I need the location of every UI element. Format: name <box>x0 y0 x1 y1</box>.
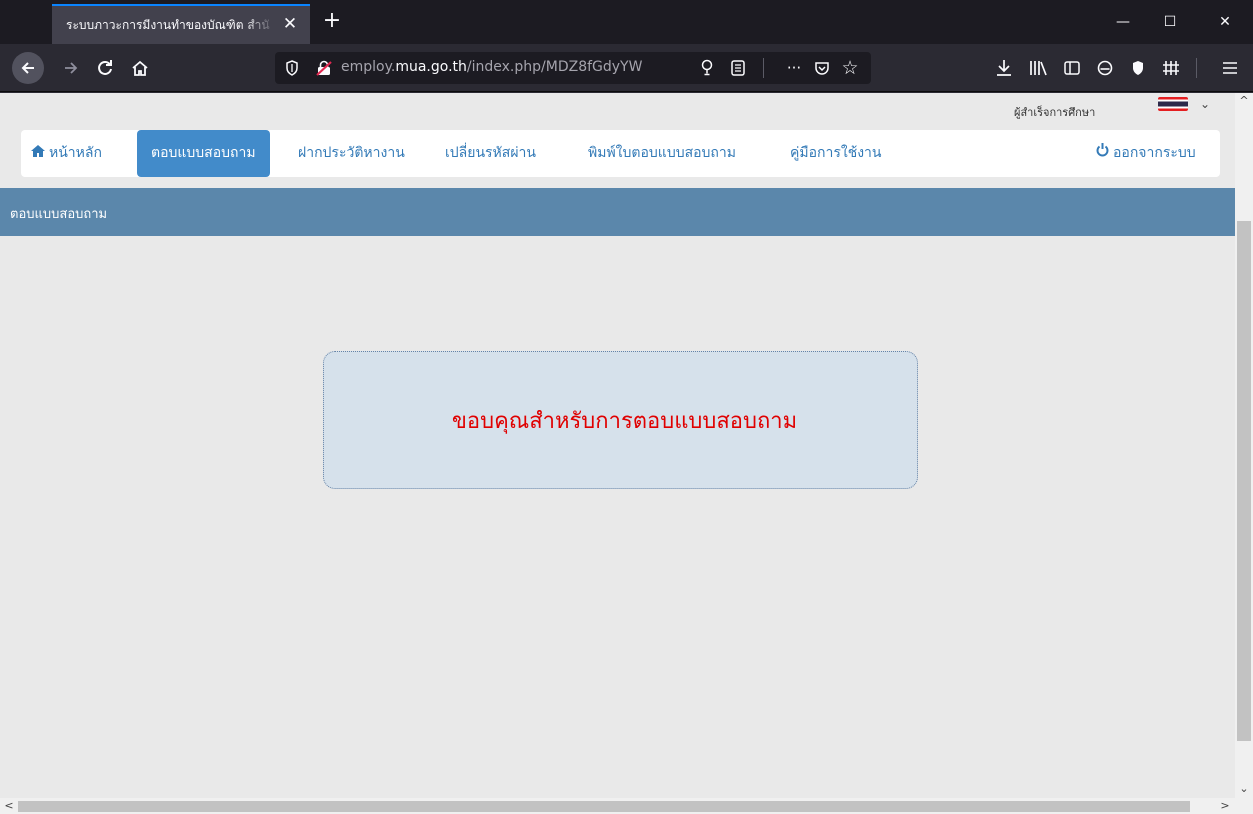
maximize-button[interactable]: ☐ <box>1150 8 1190 36</box>
menu-item-home[interactable]: หน้าหลัก <box>31 130 102 177</box>
chevron-down-icon[interactable]: ⌄ <box>1200 97 1210 111</box>
horizontal-scrollbar[interactable]: < > <box>0 798 1253 814</box>
download-icon[interactable] <box>988 52 1020 84</box>
tab-close-icon[interactable]: ✕ <box>280 14 300 34</box>
menu-item-label: ฝากประวัติหางาน <box>298 145 405 161</box>
pocket-icon[interactable] <box>811 57 833 79</box>
scroll-down-icon[interactable]: ⌄ <box>1235 781 1253 797</box>
new-tab-button[interactable]: + <box>320 10 344 34</box>
browser-tab[interactable]: ระบบภาวะการมีงานทำของบัณฑิต สำนั ✕ <box>52 4 310 44</box>
navigation-toolbar: employ.mua.go.th/index.php/MDZ8fGdyYW ··… <box>0 44 1253 92</box>
account-icon[interactable] <box>1089 52 1121 84</box>
menu-item-label: ตอบแบบสอบถาม <box>151 145 256 161</box>
home-icon <box>31 130 45 177</box>
vertical-scrollbar[interactable]: ^ ⌄ <box>1235 93 1253 798</box>
reload-icon[interactable] <box>89 52 121 84</box>
menu-item-print-form[interactable]: พิมพ์ใบตอบแบบสอบถาม <box>588 130 736 177</box>
menu-item-questionnaire[interactable]: ตอบแบบสอบถาม <box>137 130 270 177</box>
horizontal-scroll-thumb[interactable] <box>18 801 1190 812</box>
extension-grid-icon[interactable] <box>1155 52 1187 84</box>
insecure-lock-icon[interactable] <box>313 57 335 79</box>
menu-icon[interactable] <box>1214 52 1246 84</box>
menu-item-label: เปลี่ยนรหัสผ่าน <box>445 145 536 161</box>
menu-item-label: คู่มือการใช้งาน <box>790 145 882 161</box>
toolbar-divider <box>1196 58 1197 78</box>
thai-flag-icon[interactable] <box>1158 97 1188 111</box>
menu-item-label: พิมพ์ใบตอบแบบสอบถาม <box>588 145 736 161</box>
lightbulb-icon[interactable] <box>696 57 718 79</box>
menu-item-manual[interactable]: คู่มือการใช้งาน <box>790 130 881 177</box>
bookmark-star-icon[interactable]: ☆ <box>839 57 861 79</box>
power-icon <box>1096 130 1109 177</box>
menu-item-change-password[interactable]: เปลี่ยนรหัสผ่าน <box>445 130 536 177</box>
url-text[interactable]: employ.mua.go.th/index.php/MDZ8fGdyYW <box>341 59 691 75</box>
logout-label: ออกจากระบบ <box>1113 145 1196 161</box>
main-menu: หน้าหลัก ตอบแบบสอบถาม ฝากประวัติหางาน เป… <box>21 130 1220 177</box>
more-actions-icon[interactable]: ··· <box>783 57 805 79</box>
reader-view-icon[interactable] <box>727 57 749 79</box>
tab-strip: ระบบภาวะการมีงานทำของบัณฑิต สำนั ✕ + — ☐… <box>0 0 1253 44</box>
menu-item-job-profile[interactable]: ฝากประวัติหางาน <box>298 130 405 177</box>
page-viewport: ผู้สำเร็จการศึกษา ⌄ หน้าหลัก ตอบแบบสอบถา… <box>0 93 1253 814</box>
header-subtitle: ผู้สำเร็จการศึกษา <box>1014 106 1096 119</box>
window-close-button[interactable]: ✕ <box>1205 8 1245 36</box>
section-title: ตอบแบบสอบถาม <box>10 207 108 222</box>
back-arrow-icon[interactable] <box>12 52 44 84</box>
scroll-right-icon[interactable]: > <box>1216 798 1234 814</box>
forward-arrow-icon[interactable] <box>55 52 87 84</box>
logout-button[interactable]: ออกจากระบบ <box>1096 130 1196 177</box>
top-info-bar: ผู้สำเร็จการศึกษา ⌄ <box>0 93 1235 121</box>
section-header: ตอบแบบสอบถาม <box>0 188 1235 236</box>
url-bar[interactable]: employ.mua.go.th/index.php/MDZ8fGdyYW ··… <box>275 52 871 84</box>
home-icon[interactable] <box>124 52 156 84</box>
library-icon[interactable] <box>1022 52 1054 84</box>
thank-you-panel: ขอบคุณสำหรับการตอบแบบสอบถาม <box>323 351 918 489</box>
sidebar-icon[interactable] <box>1056 52 1088 84</box>
scroll-up-icon[interactable]: ^ <box>1235 93 1253 109</box>
menu-item-label: หน้าหลัก <box>49 145 102 161</box>
urlbar-divider <box>763 58 764 78</box>
extension-shield-icon[interactable] <box>1122 52 1154 84</box>
minimize-button[interactable]: — <box>1103 8 1143 36</box>
tab-title: ระบบภาวะการมีงานทำของบัณฑิต สำนั <box>66 17 270 32</box>
vertical-scroll-thumb[interactable] <box>1237 221 1251 741</box>
shield-icon[interactable] <box>281 57 303 79</box>
thank-you-message: ขอบคุณสำหรับการตอบแบบสอบถาม <box>451 408 798 434</box>
scroll-left-icon[interactable]: < <box>0 798 18 814</box>
